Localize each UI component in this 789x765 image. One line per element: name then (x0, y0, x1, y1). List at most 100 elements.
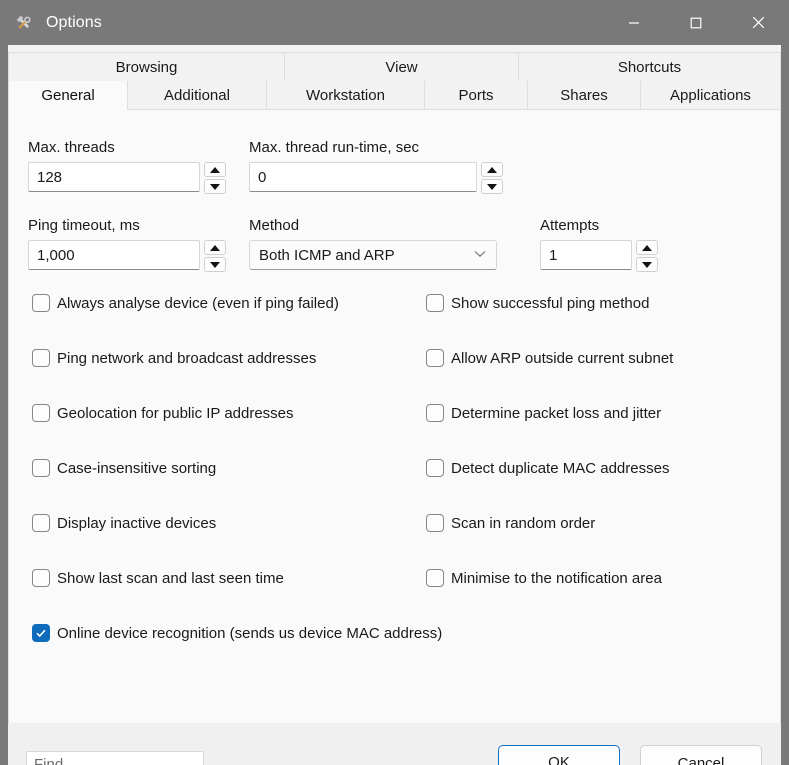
stepper-up-icon[interactable] (636, 240, 658, 255)
checkbox-always-analyse-device[interactable]: Always analyse device (even if ping fail… (32, 294, 339, 312)
tab-label: Shortcuts (617, 58, 682, 76)
titlebar: Options (0, 0, 789, 45)
attempts-label: Attempts (540, 217, 600, 234)
tab-browsing[interactable]: Browsing (8, 53, 285, 82)
tab-shortcuts[interactable]: Shortcuts (519, 53, 781, 82)
tab-general[interactable]: General (8, 81, 128, 110)
find-input[interactable]: Find... (26, 751, 204, 765)
general-tab-panel: Max. threads 128 Max. thread run-time, s… (8, 110, 781, 723)
checkbox-minimise-notification-area[interactable]: Minimise to the notification area (426, 569, 662, 587)
minimize-icon[interactable] (603, 0, 665, 45)
tab-label: Shares (560, 86, 608, 104)
checkbox-box[interactable] (32, 349, 50, 367)
stepper-down-icon[interactable] (204, 179, 226, 194)
tab-applications[interactable]: Applications (641, 81, 781, 110)
checkbox-label: Minimise to the notification area (451, 569, 662, 587)
checkbox-box[interactable] (426, 294, 444, 312)
checkbox-box[interactable] (32, 624, 50, 642)
tab-shares[interactable]: Shares (528, 81, 641, 110)
tab-label: Applications (670, 86, 751, 104)
stepper-down-icon[interactable] (204, 257, 226, 272)
checkbox-determine-packet-loss-jitter[interactable]: Determine packet loss and jitter (426, 404, 661, 422)
ok-button-label: OK (548, 754, 570, 765)
checkbox-show-successful-ping-method[interactable]: Show successful ping method (426, 294, 649, 312)
stepper-down-icon[interactable] (481, 179, 503, 194)
stepper-up-icon[interactable] (481, 162, 503, 177)
tab-label: View (385, 58, 418, 76)
stepper-down-icon[interactable] (636, 257, 658, 272)
tab-label: General (41, 86, 95, 104)
tab-workstation[interactable]: Workstation (267, 81, 425, 110)
checkbox-geolocation-public-ip[interactable]: Geolocation for public IP addresses (32, 404, 294, 422)
checkbox-box[interactable] (32, 569, 50, 587)
checkbox-display-inactive-devices[interactable]: Display inactive devices (32, 514, 216, 532)
checkbox-allow-arp-outside-subnet[interactable]: Allow ARP outside current subnet (426, 349, 673, 367)
cancel-button-label: Cancel (677, 754, 725, 765)
stepper-up-icon[interactable] (204, 240, 226, 255)
max-runtime-input-row: 0 (249, 162, 503, 194)
checkbox-detect-duplicate-mac[interactable]: Detect duplicate MAC addresses (426, 459, 669, 477)
checkbox-label: Online device recognition (sends us devi… (57, 624, 443, 642)
attempts-stepper (636, 240, 658, 272)
tab-view[interactable]: View (285, 53, 519, 82)
tab-ports[interactable]: Ports (425, 81, 528, 110)
tab-label: Ports (458, 86, 494, 104)
checkbox-ping-network-broadcast[interactable]: Ping network and broadcast addresses (32, 349, 316, 367)
checkbox-label: Detect duplicate MAC addresses (451, 459, 670, 477)
tab-strip: Browsing View Shortcuts General Addition… (8, 52, 781, 110)
checkbox-case-insensitive-sorting[interactable]: Case-insensitive sorting (32, 459, 216, 477)
dialog-footer: Find... OK Cancel (8, 723, 781, 765)
checkbox-label: Determine packet loss and jitter (451, 404, 662, 422)
window-controls (603, 0, 789, 45)
field-max-runtime: Max. thread run-time, sec 0 (249, 139, 503, 194)
max-threads-label: Max. threads (28, 139, 115, 156)
tab-label: Additional (164, 86, 230, 104)
checkbox-box[interactable] (426, 349, 444, 367)
checkbox-label: Show successful ping method (451, 294, 650, 312)
checkbox-box[interactable] (32, 459, 50, 477)
tools-icon (14, 13, 34, 33)
tab-row-secondary: General Additional Workstation Ports Sha… (8, 81, 781, 110)
checkbox-label: Show last scan and last seen time (57, 569, 284, 587)
ping-timeout-input-row: 1,000 (28, 240, 226, 272)
max-threads-stepper (204, 162, 226, 194)
stepper-up-icon[interactable] (204, 162, 226, 177)
window-title: Options (46, 13, 102, 31)
close-icon[interactable] (727, 0, 789, 45)
titlebar-left: Options (0, 13, 603, 33)
field-ping-timeout: Ping timeout, ms 1,000 (28, 217, 226, 272)
checkbox-box[interactable] (426, 514, 444, 532)
max-runtime-label: Max. thread run-time, sec (249, 139, 420, 156)
checkbox-label: Ping network and broadcast addresses (57, 349, 317, 367)
checkbox-show-last-scan-seen-time[interactable]: Show last scan and last seen time (32, 569, 284, 587)
checkbox-scan-random-order[interactable]: Scan in random order (426, 514, 595, 532)
attempts-input-row: 1 (540, 240, 658, 272)
checkbox-box[interactable] (426, 459, 444, 477)
method-selected-value: Both ICMP and ARP (259, 246, 395, 264)
cancel-button[interactable]: Cancel (640, 745, 762, 765)
options-dialog-window: Options Browsing View Shortcuts General (0, 0, 789, 765)
tab-label: Browsing (115, 58, 178, 76)
ping-timeout-label: Ping timeout, ms (28, 217, 140, 234)
maximize-icon[interactable] (665, 0, 727, 45)
ping-timeout-stepper (204, 240, 226, 272)
checkbox-box[interactable] (426, 404, 444, 422)
method-label: Method (249, 217, 300, 234)
ok-button[interactable]: OK (498, 745, 620, 765)
checkbox-box[interactable] (32, 514, 50, 532)
field-method: Method Both ICMP and ARP (249, 217, 497, 270)
checkbox-box[interactable] (32, 294, 50, 312)
max-runtime-input[interactable]: 0 (249, 162, 477, 192)
attempts-input[interactable]: 1 (540, 240, 632, 270)
method-dropdown[interactable]: Both ICMP and ARP (249, 240, 497, 270)
checkbox-label: Allow ARP outside current subnet (451, 349, 674, 367)
max-threads-input[interactable]: 128 (28, 162, 200, 192)
tab-additional[interactable]: Additional (128, 81, 267, 110)
checkbox-online-device-recognition[interactable]: Online device recognition (sends us devi… (32, 624, 442, 642)
checkbox-box[interactable] (426, 569, 444, 587)
checkbox-label: Scan in random order (451, 514, 596, 532)
checkbox-label: Geolocation for public IP addresses (57, 404, 294, 422)
ping-timeout-input[interactable]: 1,000 (28, 240, 200, 270)
checkbox-box[interactable] (32, 404, 50, 422)
tab-row-primary: Browsing View Shortcuts (8, 52, 781, 82)
